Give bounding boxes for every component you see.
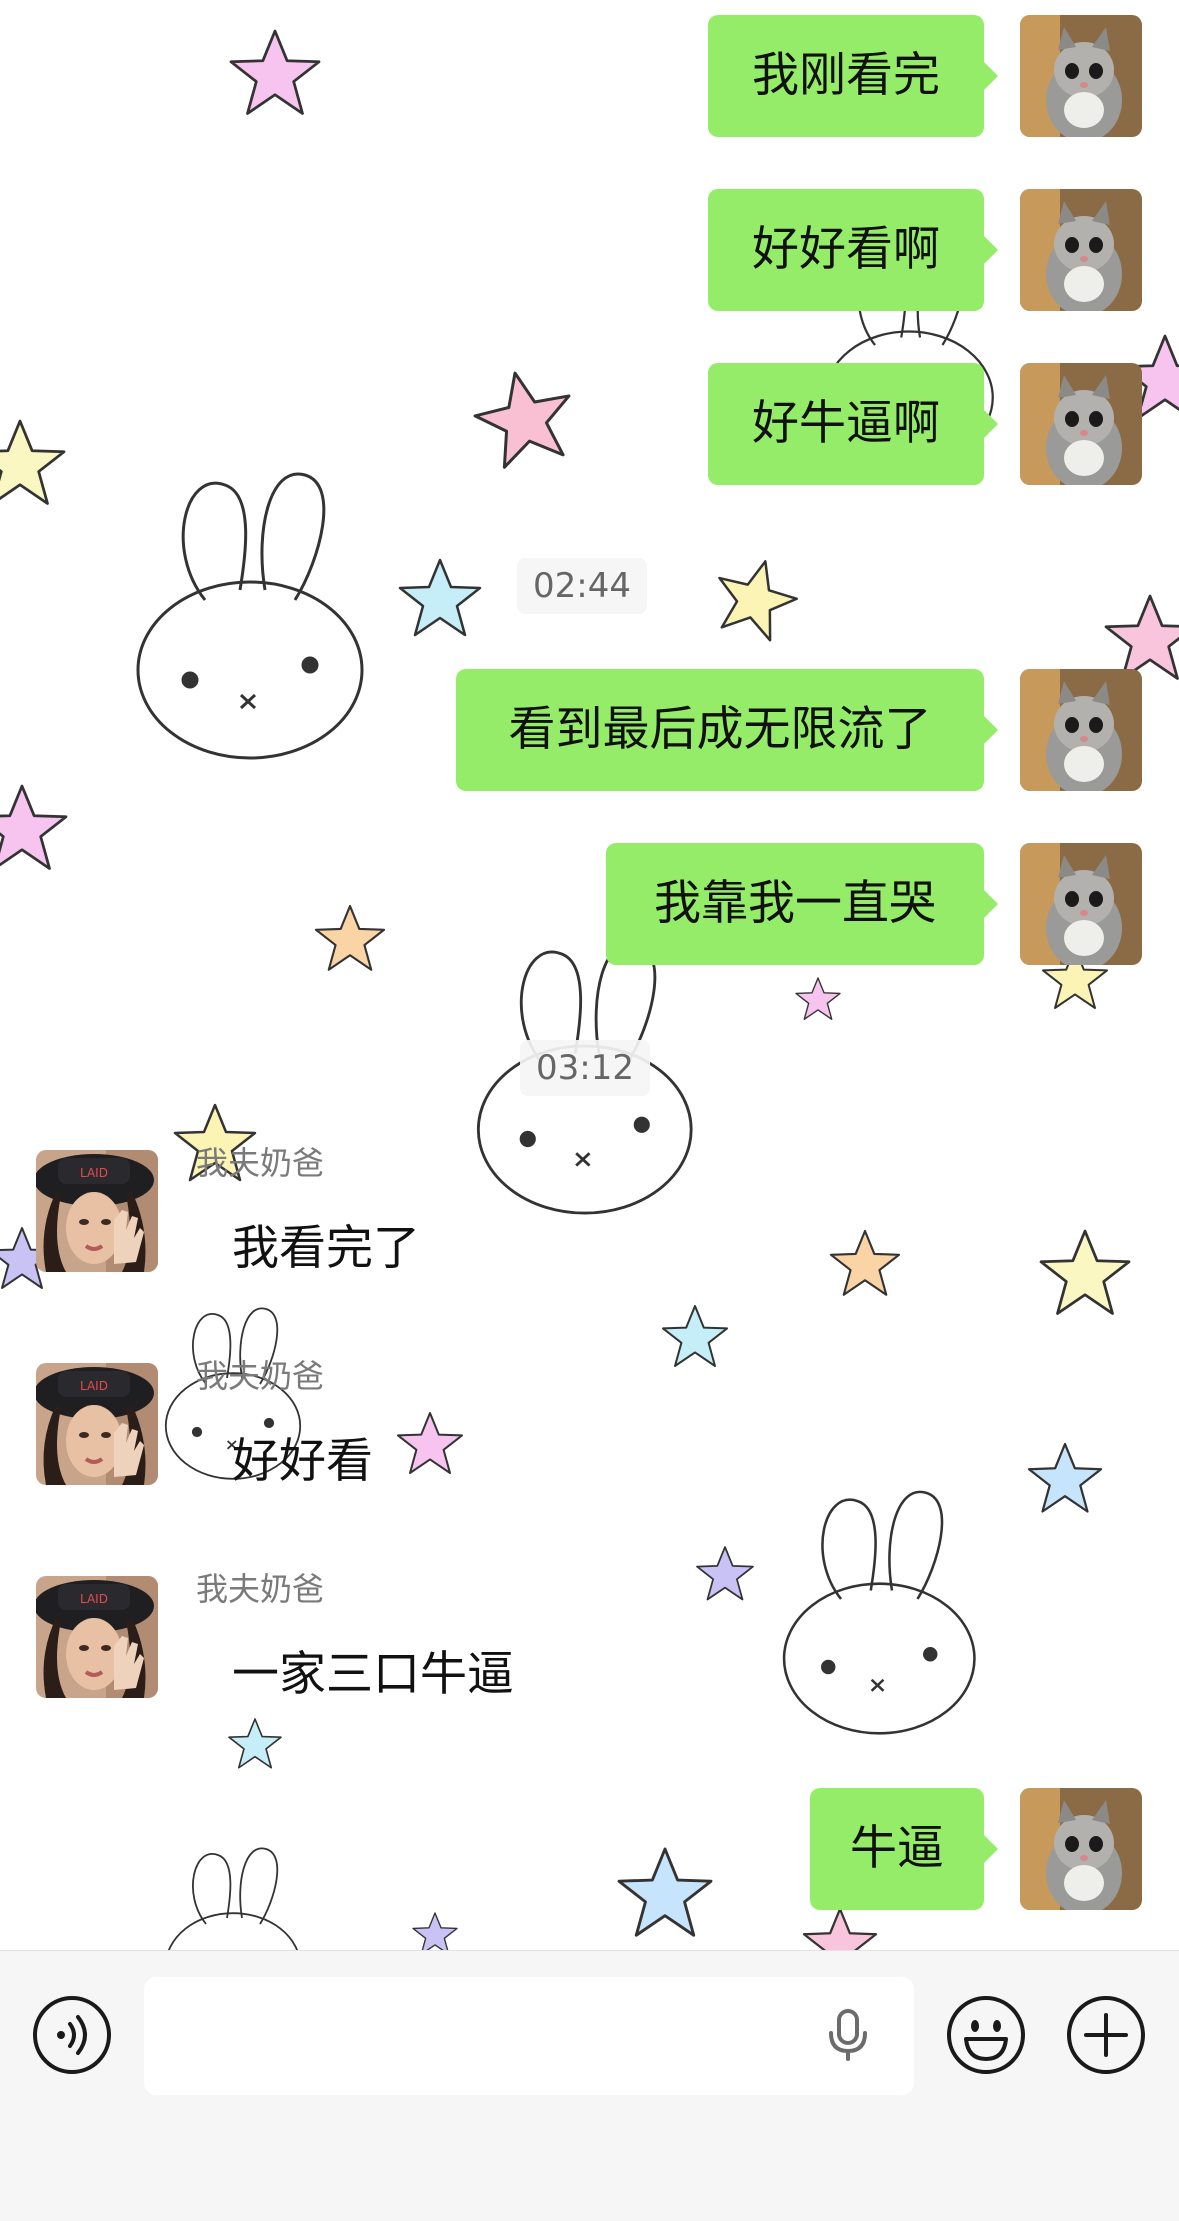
svg-text:LAID: LAID (80, 1166, 108, 1180)
sender-name: 我夫奶爸 (196, 1357, 325, 1395)
message-bubble-outgoing[interactable]: 好好看啊 (708, 189, 998, 311)
sender-name: 我夫奶爸 (196, 1570, 325, 1608)
message-bubble-incoming[interactable]: 好好看 (232, 1401, 412, 1523)
plus-circle-icon[interactable] (1066, 1995, 1146, 2075)
message-bubble-outgoing[interactable]: 牛逼 (810, 1788, 998, 1910)
timestamp: 02:44 (517, 558, 647, 614)
message-bubble-outgoing[interactable]: 我靠我一直哭 (606, 843, 998, 965)
smiley-face-icon[interactable] (946, 1995, 1026, 2075)
message-bubble-outgoing[interactable]: 看到最后成无限流了 (456, 669, 998, 791)
message-bubble-incoming[interactable]: 我看完了 (232, 1188, 462, 1310)
chat-area[interactable]: 我刚看完 好好看啊 好牛逼啊 02:44 看到最后成无限流了 我靠我一直哭 03… (0, 0, 1179, 1950)
message-bubble-outgoing[interactable]: 好牛逼啊 (708, 363, 998, 485)
timestamp: 03:12 (520, 1040, 650, 1096)
avatar-self[interactable] (1020, 669, 1142, 791)
sender-name: 我夫奶爸 (196, 1144, 325, 1182)
avatar-contact[interactable]: LAID (36, 1150, 158, 1272)
avatar-contact[interactable]: LAID (36, 1576, 158, 1698)
avatar-contact[interactable]: LAID (36, 1363, 158, 1485)
avatar-self[interactable] (1020, 843, 1142, 965)
svg-text:LAID: LAID (80, 1592, 108, 1606)
message-bubble-outgoing[interactable]: 我刚看完 (708, 15, 998, 137)
avatar-self[interactable] (1020, 363, 1142, 485)
message-bubble-incoming[interactable]: 一家三口牛逼 (232, 1614, 572, 1736)
avatar-self[interactable] (1020, 1788, 1142, 1910)
voice-wave-icon[interactable] (32, 1995, 112, 2075)
avatar-self[interactable] (1020, 189, 1142, 311)
message-input[interactable] (144, 1977, 914, 2095)
svg-text:LAID: LAID (80, 1379, 108, 1393)
input-bar (0, 1950, 1179, 2221)
avatar-self[interactable] (1020, 15, 1142, 137)
microphone-icon[interactable] (820, 2007, 876, 2063)
